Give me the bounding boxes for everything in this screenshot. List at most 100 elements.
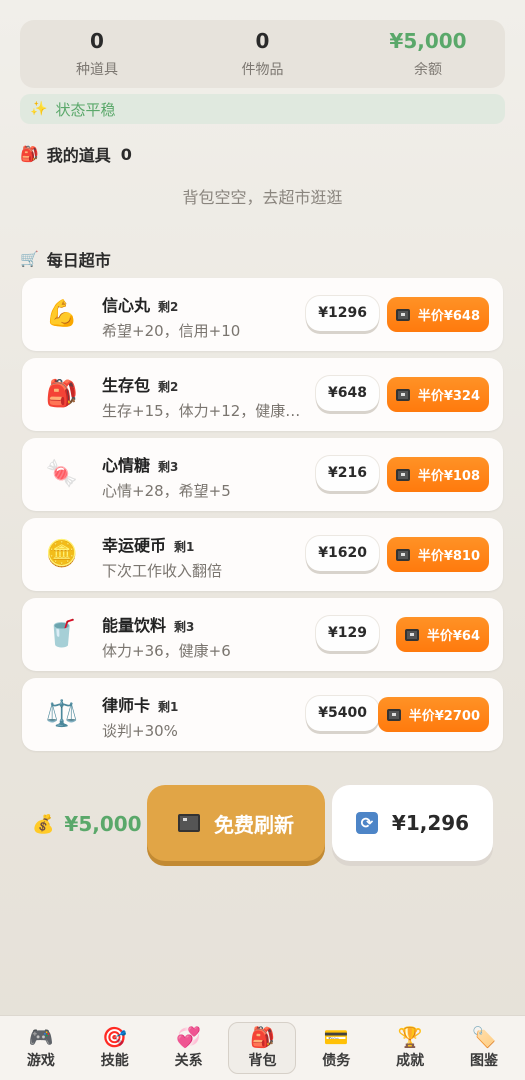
stat-label: 件物品 [241,62,284,78]
item-desc: 心情+28，希望+5 [102,482,231,500]
paid-refresh-price: ¥1,296 [391,811,470,835]
item-name-text: 幸运硬币 [102,536,167,555]
item-name-text: 能量饮料 [102,616,167,635]
half-price-button[interactable]: 半价¥810 [386,537,489,572]
paid-refresh-button[interactable]: ⟳ ¥1,296 [332,785,493,861]
free-refresh-button[interactable]: 免费刷新 [147,785,325,861]
credit-card-icon: 💳 [323,1025,349,1049]
stat-label: 余额 [414,62,442,78]
buy-button[interactable]: ¥1296 [306,296,379,331]
item-desc: 下次工作收入翻倍 [102,562,223,580]
item-name-text: 律师卡 [102,696,151,715]
market-item-card: ⚖️ 律师卡 剩1 谈判+30% ¥5400 半价¥2700 [22,678,503,751]
half-price-label: 半价¥64 [426,629,480,644]
backpack-icon: 🎒 [45,379,79,409]
free-refresh-label: 免费刷新 [214,812,294,837]
item-remaining: 剩1 [174,540,195,554]
nav-tab-debt[interactable]: 💳 债务 [302,1022,370,1074]
item-remaining: 剩2 [158,380,179,394]
half-price-button[interactable]: 半价¥108 [386,457,489,492]
tv-icon [404,628,419,641]
item-remaining: 剩3 [174,620,195,634]
balance-scale-icon: ⚖️ [45,699,79,729]
item-name-text: 心情糖 [102,456,151,475]
market-header: 🛒 每日超市 [20,247,111,271]
nav-label: 债务 [322,1053,351,1069]
nav-label: 图鉴 [469,1053,498,1069]
item-desc: 生存+15，体力+12，健康… [102,402,301,420]
tv-icon [395,548,410,561]
market-item-card: 🥤 能量饮料 剩3 体力+36，健康+6 ¥129 半价¥64 [22,598,503,671]
backpack-header: 🎒 我的道具 0 [20,142,132,166]
half-price-button[interactable]: 半价¥648 [386,297,489,332]
nav-tab-game[interactable]: 🎮 游戏 [7,1022,75,1074]
item-name: 心情糖 剩3 [102,452,178,476]
item-name: 幸运硬币 剩1 [102,532,194,556]
hearts-icon: 💞 [176,1025,202,1049]
market-item-card: 🎒 生存包 剩2 生存+15，体力+12，健康… ¥648 半价¥324 [22,358,503,431]
nav-label: 成就 [396,1053,425,1069]
tv-icon [395,388,410,401]
half-price-label: 半价¥324 [417,389,480,404]
item-desc: 希望+20，信用+10 [102,322,241,340]
status-text: 状态平稳 [55,100,116,119]
stat-label: 种道具 [76,62,118,78]
cup-with-straw-icon: 🥤 [45,619,79,649]
target-icon: 🎯 [102,1025,128,1049]
backpack-title: 我的道具 [46,146,111,165]
market-title: 每日超市 [46,251,111,270]
item-name-text: 生存包 [102,376,151,395]
sparkles-icon: ✨ [30,101,48,117]
half-price-button[interactable]: 半价¥2700 [377,697,489,732]
backpack-icon: 🎒 [20,145,39,163]
candy-icon: 🍬 [45,459,79,489]
half-price-label: 半价¥810 [417,549,480,564]
stat-balance: ¥5,000 余额 [363,29,493,79]
buy-button[interactable]: ¥5400 [306,696,379,731]
nav-tab-achievements[interactable]: 🏆 成就 [376,1022,444,1074]
tv-icon [395,308,410,321]
tv-icon [395,468,410,481]
backpack-count: 0 [120,144,132,164]
stat-value: 0 [255,29,270,53]
gamepad-icon: 🎮 [28,1025,54,1049]
item-remaining: 剩3 [158,460,179,474]
buy-button[interactable]: ¥129 [316,616,379,651]
market-item-card: 🪙 幸运硬币 剩1 下次工作收入翻倍 ¥1620 半价¥810 [22,518,503,591]
stat-item-types: 0 种道具 [32,29,162,79]
half-price-label: 半价¥2700 [408,709,480,724]
half-price-button[interactable]: 半价¥64 [395,617,489,652]
buy-button[interactable]: ¥1620 [306,536,379,571]
nav-tab-collection[interactable]: 🏷️ 图鉴 [450,1022,518,1074]
item-desc: 体力+36，健康+6 [102,642,231,660]
nav-label: 背包 [248,1053,277,1069]
buy-button[interactable]: ¥216 [316,456,379,491]
stats-bar: 0 种道具 0 件物品 ¥5,000 余额 [20,20,505,88]
bottom-nav: 🎮 游戏 🎯 技能 💞 关系 🎒 背包 💳 债务 🏆 成就 🏷️ 图鉴 [0,1015,525,1080]
buy-button[interactable]: ¥648 [316,376,379,411]
stat-item-count: 0 件物品 [198,29,328,79]
item-remaining: 剩1 [158,700,179,714]
market-item-card: 🍬 心情糖 剩3 心情+28，希望+5 ¥216 半价¥108 [22,438,503,511]
nav-tab-backpack[interactable]: 🎒 背包 [228,1022,297,1074]
nav-tab-skills[interactable]: 🎯 技能 [81,1022,149,1074]
label-tag-icon: 🏷️ [471,1025,497,1049]
coin-icon: 🪙 [45,539,79,569]
half-price-label: 半价¥648 [417,309,480,324]
nav-tab-relations[interactable]: 💞 关系 [155,1022,223,1074]
item-name: 律师卡 剩1 [102,692,178,716]
nav-label: 关系 [174,1053,203,1069]
item-name: 生存包 剩2 [102,372,178,396]
bottom-balance-value: ¥5,000 [64,812,142,836]
tv-icon [386,708,401,721]
status-banner: ✨ 状态平稳 [20,94,505,124]
tv-icon [178,814,200,832]
stat-value: ¥5,000 [389,29,467,53]
nav-label: 游戏 [26,1053,55,1069]
item-desc: 谈判+30% [102,722,178,740]
cart-icon: 🛒 [20,250,39,268]
flexed-biceps-icon: 💪 [45,299,79,329]
backpack-icon: 🎒 [250,1025,275,1049]
half-price-button[interactable]: 半价¥324 [386,377,489,412]
item-remaining: 剩2 [158,300,179,314]
